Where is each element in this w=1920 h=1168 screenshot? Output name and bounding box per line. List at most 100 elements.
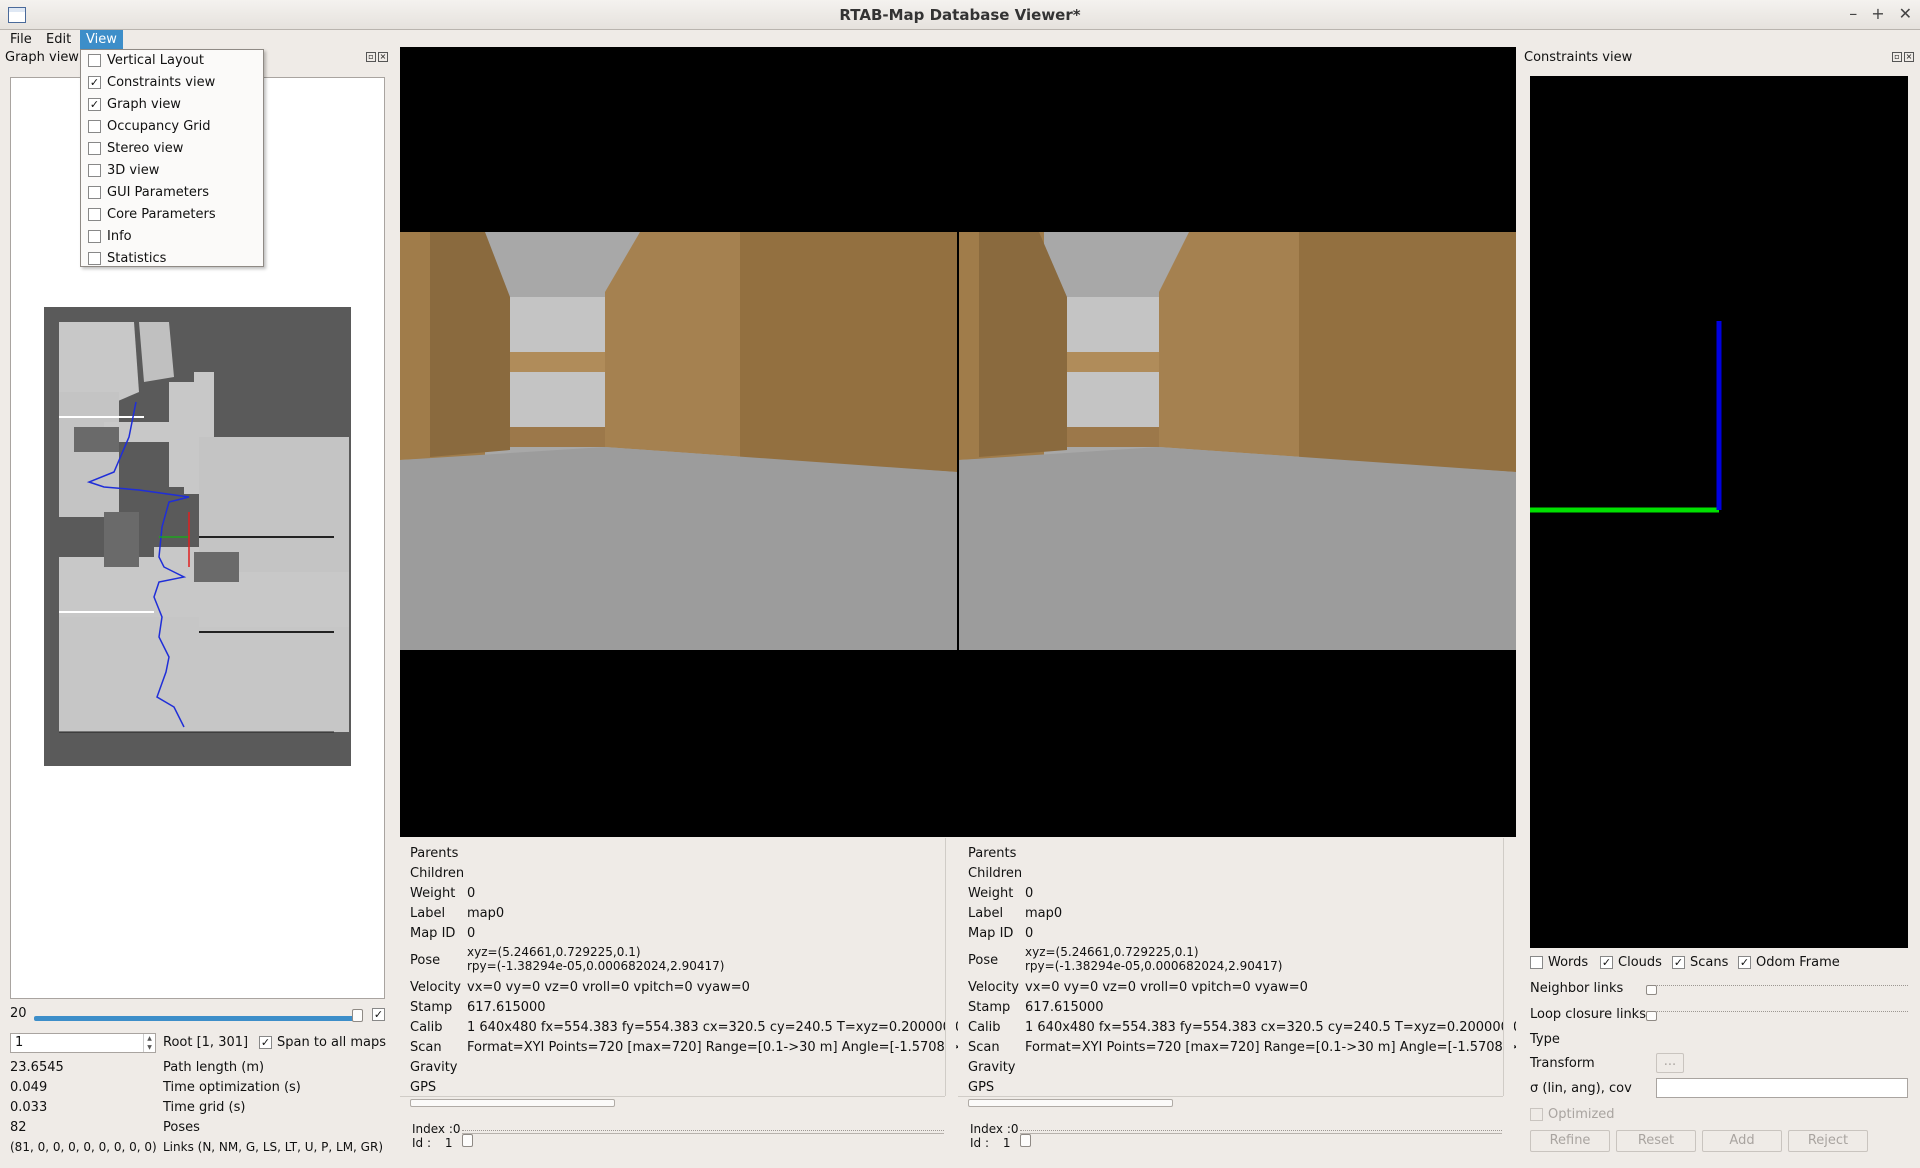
index-slider-left[interactable] [462, 1130, 944, 1134]
menu-file[interactable]: File [4, 30, 38, 49]
scans-checkbox[interactable]: ✓ [1672, 956, 1685, 969]
scans-label: Scans [1690, 955, 1729, 970]
field-value: xyz=(5.24661,0.729225,0.1) [1025, 945, 1199, 959]
menu-item-graph-view[interactable]: ✓ Graph view [81, 94, 263, 116]
horizontal-scrollbar[interactable] [400, 1096, 945, 1109]
optimized-checkbox[interactable] [1530, 1108, 1543, 1121]
float-dock-icon[interactable]: ▫ [366, 52, 376, 62]
field-label: Label [968, 906, 1004, 921]
left-camera-image [400, 232, 957, 650]
menu-item-constraints-view[interactable]: ✓ Constraints view [81, 72, 263, 94]
menu-item-occupancy-grid[interactable]: Occupancy Grid [81, 116, 263, 138]
menu-item-stereo-view[interactable]: Stereo view [81, 138, 263, 160]
slider-handle[interactable] [1020, 1134, 1031, 1147]
type-label: Type [1530, 1032, 1560, 1047]
menu-item-core-parameters[interactable]: Core Parameters [81, 204, 263, 226]
field-label: Gravity [410, 1060, 458, 1075]
stat-value: 0.049 [10, 1080, 48, 1095]
menu-item-3d-view[interactable]: 3D view [81, 160, 263, 182]
words-checkbox[interactable] [1530, 956, 1543, 969]
stat-label: Path length (m) [163, 1060, 265, 1075]
maximize-icon[interactable]: + [1871, 4, 1884, 23]
menu-item-statistics[interactable]: Statistics [81, 248, 263, 270]
field-value: xyz=(5.24661,0.729225,0.1) [467, 945, 641, 959]
stat-value: 82 [10, 1120, 27, 1135]
window-title: RTAB-Map Database Viewer* [839, 6, 1081, 24]
field-label: Pose [410, 953, 441, 968]
reset-button[interactable]: Reset [1616, 1130, 1696, 1152]
menu-item-info[interactable]: Info [81, 226, 263, 248]
neighbor-links-slider[interactable] [1648, 985, 1908, 989]
slider-handle[interactable] [352, 1009, 363, 1022]
close-dock-icon[interactable]: × [1904, 52, 1914, 62]
sigma-field[interactable] [1656, 1078, 1908, 1098]
scrollbar-thumb[interactable] [968, 1099, 1173, 1107]
menu-item-vertical-layout[interactable]: Vertical Layout [81, 50, 263, 72]
id-label-left: Id : 1 [412, 1136, 453, 1150]
field-label: Children [968, 866, 1023, 881]
clouds-checkbox[interactable]: ✓ [1600, 956, 1613, 969]
field-label: Calib [968, 1020, 1001, 1035]
root-spinbox[interactable]: 1 ▲ ▼ [10, 1033, 156, 1053]
field-label: Velocity [410, 980, 461, 995]
checkbox-icon [88, 164, 101, 177]
field-value: 617.615000 [1025, 1000, 1104, 1015]
field-value: Format=XYI Points=720 [max=720] Range=[0… [467, 1040, 958, 1055]
float-dock-icon[interactable]: ▫ [1892, 52, 1902, 62]
field-value: map0 [467, 906, 505, 921]
checkbox-icon [88, 142, 101, 155]
index-label-left: Index :0 [412, 1122, 461, 1136]
span-all-maps-checkbox[interactable]: ✓ [259, 1036, 272, 1049]
field-value: map0 [1025, 906, 1063, 921]
field-label: Calib [410, 1020, 443, 1035]
root-label: Root [1, 301] [163, 1035, 249, 1050]
neighbor-links-label: Neighbor links [1530, 981, 1624, 996]
constraints-view-dock: Constraints view ▫ × Words ✓ Clouds ✓ Sc… [1520, 50, 1920, 1168]
reject-button[interactable]: Reject [1788, 1130, 1868, 1152]
iterations-slider[interactable] [34, 1016, 360, 1021]
field-value: rpy=(-1.38294e-05,0.000682024,2.90417) [1025, 959, 1283, 973]
minimize-icon[interactable]: – [1849, 4, 1857, 23]
refine-button[interactable]: Refine [1530, 1130, 1610, 1152]
loop-closure-slider[interactable] [1648, 1011, 1908, 1015]
close-icon[interactable]: ✕ [1899, 4, 1912, 23]
checkbox-checked-icon: ✓ [88, 76, 101, 89]
checkbox-icon [88, 208, 101, 221]
checkbox-icon [88, 120, 101, 133]
odom-frame-checkbox[interactable]: ✓ [1738, 956, 1751, 969]
transform-button[interactable]: ... [1656, 1053, 1684, 1073]
close-dock-icon[interactable]: × [378, 52, 388, 62]
menu-view[interactable]: View [80, 30, 123, 49]
slider-handle[interactable] [1646, 985, 1657, 995]
scrollbar-thumb[interactable] [410, 1099, 615, 1107]
checkbox-icon [88, 230, 101, 243]
checkbox-icon [88, 186, 101, 199]
field-label: GPS [410, 1080, 437, 1095]
constraints-view-title: Constraints view [1524, 50, 1633, 65]
field-label: Stamp [968, 1000, 1011, 1015]
field-label: Map ID [410, 926, 456, 941]
vertical-scrollbar[interactable] [945, 838, 956, 1096]
checkbox-icon [88, 252, 101, 265]
menu-edit[interactable]: Edit [40, 30, 77, 49]
field-label: Stamp [410, 1000, 453, 1015]
slider-handle[interactable] [462, 1134, 473, 1147]
add-button[interactable]: Add [1702, 1130, 1782, 1152]
field-label: GPS [968, 1080, 995, 1095]
graph-view-title: Graph view [5, 50, 79, 65]
graph-option-checkbox[interactable]: ✓ [372, 1008, 385, 1021]
slider-handle[interactable] [1646, 1011, 1657, 1021]
field-value: 0 [467, 886, 476, 901]
field-label: Parents [968, 846, 1017, 861]
id-label-right: Id : 1 [970, 1136, 1011, 1150]
field-label: Scan [968, 1040, 1000, 1055]
index-slider-right[interactable] [1020, 1130, 1502, 1134]
spin-arrows-icon[interactable]: ▲ ▼ [143, 1034, 155, 1052]
stereo-image-view[interactable] [400, 47, 1516, 837]
stat-label: Links (N, NM, G, LS, LT, U, P, LM, GR) [163, 1140, 384, 1154]
horizontal-scrollbar[interactable] [958, 1096, 1503, 1109]
field-label: Weight [968, 886, 1014, 901]
menu-item-gui-parameters[interactable]: GUI Parameters [81, 182, 263, 204]
vertical-scrollbar[interactable] [1503, 838, 1514, 1096]
constraints-canvas[interactable] [1530, 76, 1908, 948]
